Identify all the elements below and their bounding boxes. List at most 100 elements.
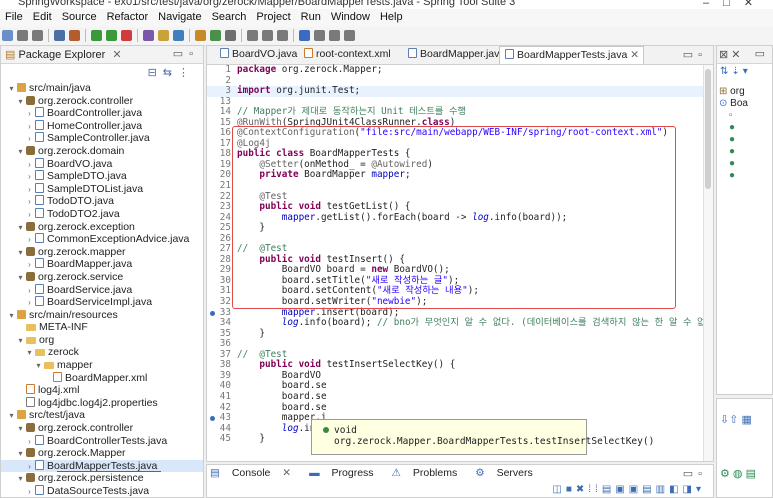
tree-item[interactable]: BoardMapper.xml (1, 371, 203, 385)
toolbar-button-icon[interactable] (91, 30, 102, 41)
menu-file[interactable]: File (0, 9, 28, 23)
tree-item[interactable]: › TodoDTO.java (1, 195, 203, 208)
right-panel-icons[interactable]: ⇩⇧ ▦ (720, 413, 752, 426)
tree-item[interactable]: › BoardMapperTests.java (1, 459, 203, 473)
tree-item[interactable]: ▾ src/main/resources (1, 309, 203, 322)
view-controls[interactable]: ▭▫ (173, 47, 199, 60)
breakpoint-marker-icon[interactable] (210, 310, 215, 316)
toolbar-button-icon[interactable] (329, 30, 340, 41)
toolbar-button-icon[interactable] (106, 30, 117, 41)
outline-member-icon[interactable]: ● (719, 134, 748, 146)
close-icon[interactable]: ✕ (112, 49, 121, 61)
editor-tab[interactable]: BoardMapperTests.java ✕ (499, 46, 645, 64)
outline-member-icon[interactable]: ● (719, 122, 748, 134)
toolbar-button-icon[interactable] (173, 30, 184, 41)
toolbar-button-icon[interactable] (143, 30, 154, 41)
tree-item[interactable]: ▾ zerock (1, 346, 203, 359)
tree-item[interactable]: ▾ src/test/java (1, 409, 203, 422)
tree-item[interactable]: ▾ org.zerock.service (1, 271, 203, 284)
editor-scrollbar[interactable] (703, 65, 713, 461)
console-tab-problems[interactable]: ⚠ Problems (392, 467, 467, 479)
toolbar-button-icon[interactable] (314, 30, 325, 41)
menu-window[interactable]: Window (326, 9, 375, 23)
tree-item[interactable]: ▾ org.zerock.Mapper (1, 447, 203, 460)
tree-item[interactable]: ▾ org.zerock.mapper (1, 246, 203, 259)
outline-member-icon[interactable]: ● (719, 170, 748, 182)
tree-item[interactable]: META-INF (1, 321, 203, 334)
tree-item[interactable]: › BoardService.java (1, 283, 203, 297)
toolbar-button-icon[interactable] (69, 30, 80, 41)
outline-item[interactable]: ⊙ Boa (719, 98, 748, 110)
outline-tab[interactable]: ⊠ ✕ ▭ (717, 46, 772, 64)
toolbar-button-icon[interactable] (299, 30, 310, 41)
tree-item[interactable]: › BoardControllerTests.java (1, 434, 203, 448)
toolbar-button-icon[interactable] (158, 30, 169, 41)
tree-item[interactable]: › SampleController.java (1, 132, 203, 145)
toolbar-button-icon[interactable] (210, 30, 221, 41)
tree-item[interactable]: ▾ org.zerock.controller (1, 422, 203, 435)
tree-item-label: BoardService.java (47, 283, 133, 296)
outline-member-icon[interactable]: ▫ (719, 110, 748, 122)
outline-member-icon[interactable]: ● (719, 158, 748, 170)
tree-item[interactable]: ▾ org.zerock.persistence (1, 472, 203, 485)
toolbar-button-icon[interactable] (195, 30, 206, 41)
close-icon[interactable]: ✕ (279, 467, 291, 479)
menu-help[interactable]: Help (375, 9, 408, 23)
toolbar-button-icon[interactable] (17, 30, 28, 41)
right-panel-icons-2[interactable]: ⚙ ◍ ▤ (720, 467, 756, 480)
toolbar-button-icon[interactable] (54, 30, 65, 41)
tree-item[interactable]: › HomeController.java (1, 119, 203, 133)
tree-item[interactable]: ▾ org (1, 334, 203, 347)
menu-project[interactable]: Project (251, 9, 295, 23)
collapse-chevron-icon[interactable]: › (25, 486, 34, 497)
editor-tab[interactable]: root-context.xml (299, 46, 395, 63)
tree-item[interactable]: ▾ org.zerock.controller (1, 95, 203, 108)
tree-item[interactable]: › SampleDTO.java (1, 170, 203, 183)
outline-member-icon[interactable]: ● (719, 146, 748, 158)
menu-source[interactable]: Source (57, 9, 102, 23)
toolbar-button-icon[interactable] (2, 30, 13, 41)
console-tab-servers[interactable]: ⚙ Servers (475, 467, 542, 479)
toolbar-button-icon[interactable] (262, 30, 273, 41)
tree-item[interactable]: ▾ mapper (1, 359, 203, 372)
toolbar-button-icon[interactable] (277, 30, 288, 41)
tree-item[interactable]: › DataSourceTests.java (1, 485, 203, 497)
package-explorer-tab[interactable]: ▤ Package Explorer ✕ ▭▫ (1, 46, 203, 64)
outline-item[interactable]: ⊞ org (719, 86, 748, 98)
editor-view-controls[interactable]: ▭▫ (683, 48, 707, 61)
close-tab-icon[interactable]: ✕ (627, 49, 639, 61)
toolbar-button-icon[interactable] (32, 30, 43, 41)
tree-item[interactable]: › BoardMapper.java (1, 258, 203, 271)
console-tab-progress[interactable]: ▬ Progress (309, 467, 382, 479)
toolbar-button-icon[interactable] (344, 30, 355, 41)
menu-search[interactable]: Search (207, 9, 252, 23)
menu-edit[interactable]: Edit (28, 9, 57, 23)
editor-tab[interactable]: BoardVO.java (215, 46, 301, 63)
window-controls[interactable]: –□✕ (703, 0, 767, 9)
tree-item[interactable]: ▾ org.zerock.exception (1, 221, 203, 234)
tree-item[interactable]: › TodoDTO2.java (1, 207, 203, 221)
toolbar-button-icon[interactable] (247, 30, 258, 41)
menu-run[interactable]: Run (296, 9, 326, 23)
tree-item[interactable]: ▾ org.zerock.domain (1, 145, 203, 158)
tree-item[interactable]: › BoardServiceImpl.java (1, 296, 203, 309)
toolbar-button-icon[interactable] (225, 30, 236, 41)
code-area[interactable]: 1 package org.zerock.Mapper; 2 3 import org.… (207, 64, 713, 461)
scroll-thumb[interactable] (705, 69, 711, 189)
tree-item[interactable]: log4j.xml (1, 384, 203, 397)
menu-navigate[interactable]: Navigate (153, 9, 206, 23)
editor-tab[interactable]: BoardMapper.java (403, 46, 509, 63)
menu-refactor[interactable]: Refactor (102, 9, 154, 23)
tree-item[interactable]: › CommonExceptionAdvice.java (1, 233, 203, 246)
tree-item[interactable]: ▾ src/main/java (1, 82, 203, 95)
tree-item[interactable]: log4jdbc.log4j2.properties (1, 396, 203, 410)
outline-toolbar[interactable]: ⇅⇣▾ (720, 66, 751, 77)
toolbar-button-icon[interactable] (121, 30, 132, 41)
tree-item[interactable]: › BoardController.java (1, 107, 203, 120)
console-tab-console[interactable]: ▤ Console ✕ (210, 467, 300, 479)
tree-item[interactable]: › BoardVO.java (1, 157, 203, 171)
console-toolbar-icons[interactable]: ◫■✖⁞⁞▤▣▣▤▥◧◨▾ (552, 484, 705, 495)
collapse-link-icons[interactable]: ⊟⇆⋮ (148, 66, 195, 79)
console-view-controls[interactable]: ▭▫ (683, 467, 707, 480)
tree-item[interactable]: › SampleDTOList.java (1, 182, 203, 196)
